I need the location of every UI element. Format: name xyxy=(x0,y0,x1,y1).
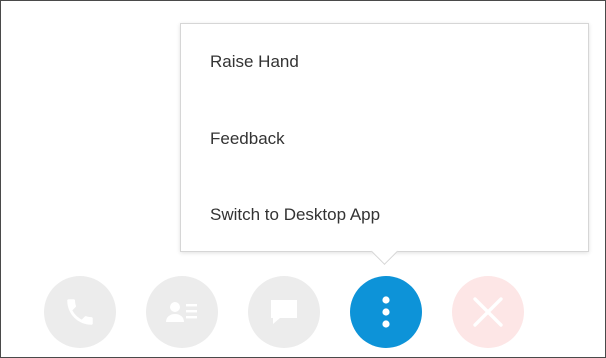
chat-button[interactable] xyxy=(248,276,320,348)
phone-icon xyxy=(63,295,97,329)
contact-card-icon xyxy=(164,297,200,327)
call-button[interactable] xyxy=(44,276,116,348)
menu-item-feedback[interactable]: Feedback xyxy=(210,119,285,159)
close-icon xyxy=(470,294,506,330)
more-options-menu: Raise Hand Feedback Switch to Desktop Ap… xyxy=(180,23,589,252)
chat-bubble-icon xyxy=(268,297,300,327)
menu-item-raise-hand[interactable]: Raise Hand xyxy=(210,42,299,82)
contacts-button[interactable] xyxy=(146,276,218,348)
call-window: Raise Hand Feedback Switch to Desktop Ap… xyxy=(0,0,606,358)
more-vertical-icon xyxy=(381,294,391,330)
more-options-button[interactable] xyxy=(350,276,422,348)
end-call-button[interactable] xyxy=(452,276,524,348)
menu-item-switch-to-desktop-app[interactable]: Switch to Desktop App xyxy=(210,195,380,235)
call-controls-bar xyxy=(1,276,605,348)
